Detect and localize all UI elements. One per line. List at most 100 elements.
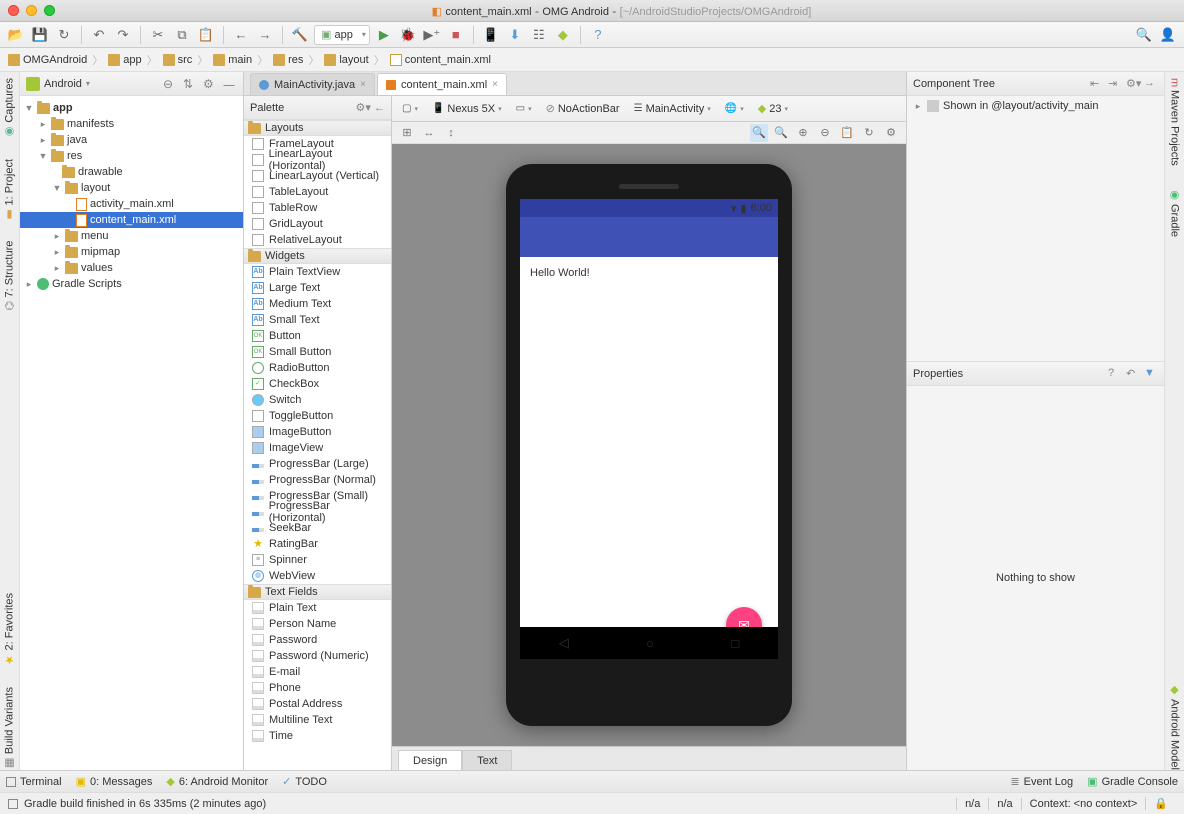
device-dropdown[interactable]: 📱 Nexus 5X▾ — [428, 100, 506, 118]
bc-item[interactable]: OMGAndroid — [8, 54, 87, 66]
zoom-actual-icon[interactable]: 🔍 — [772, 124, 790, 142]
palette-item[interactable]: ProgressBar (Normal) — [244, 472, 391, 488]
user-icon[interactable]: 👤 — [1158, 25, 1178, 45]
tab-mainactivity[interactable]: MainActivity.java× — [250, 73, 375, 95]
filter-icon[interactable]: ▼ — [1144, 367, 1158, 381]
tab-text[interactable]: Text — [462, 750, 512, 770]
gear-icon[interactable]: ⚙ — [203, 77, 217, 91]
palette-item[interactable]: ★RatingBar — [244, 536, 391, 552]
bc-item[interactable]: app — [108, 54, 141, 66]
back-icon[interactable]: ← — [231, 25, 251, 45]
orientation-dropdown[interactable]: ▢▾ — [398, 100, 422, 118]
undo-icon[interactable]: ↶ — [89, 25, 109, 45]
reset-icon[interactable]: ↶ — [1126, 367, 1140, 381]
palette-item[interactable]: AbPlain TextView — [244, 264, 391, 280]
project-tree[interactable]: ▼app ▸manifests ▸java ▼res drawable ▼lay… — [20, 96, 243, 770]
palette-item[interactable]: AbLarge Text — [244, 280, 391, 296]
palette-item[interactable]: OKSmall Button — [244, 344, 391, 360]
minimize-window-button[interactable] — [26, 5, 37, 16]
sdk-icon[interactable]: ⬇ — [505, 25, 525, 45]
close-icon[interactable]: × — [492, 79, 498, 90]
palette-item[interactable]: Password (Numeric) — [244, 648, 391, 664]
zoom-fit-icon[interactable]: 🔍 — [750, 124, 768, 142]
device-screen[interactable]: ▾ ▮ 6:00 Hello World! ✉ ◁ ○ — [520, 199, 778, 659]
palette-item[interactable]: OKButton — [244, 328, 391, 344]
android-icon[interactable]: ◆ — [553, 25, 573, 45]
run-icon[interactable]: ▶ — [374, 25, 394, 45]
messages-button[interactable]: ▣0: Messages — [76, 775, 153, 788]
bc-item[interactable]: main — [213, 54, 252, 66]
tree-values[interactable]: values — [81, 262, 113, 274]
status-icon[interactable] — [8, 799, 18, 809]
zoom-out-icon[interactable]: ⊖ — [816, 124, 834, 142]
tree-menu[interactable]: menu — [81, 230, 109, 242]
cut-icon[interactable]: ✂ — [148, 25, 168, 45]
redo-icon[interactable]: ↷ — [113, 25, 133, 45]
hide-icon[interactable]: ← — [374, 102, 385, 114]
palette-item[interactable]: Plain Text — [244, 600, 391, 616]
palette-cat-layouts[interactable]: Layouts — [244, 120, 391, 136]
palette-item[interactable]: ProgressBar (Horizontal) — [244, 504, 391, 520]
project-view-select[interactable]: Android — [44, 78, 82, 90]
collapse-icon[interactable]: ⊖ — [163, 77, 177, 91]
palette-item[interactable]: TableLayout — [244, 184, 391, 200]
shown-in-row[interactable]: ▸ Shown in @layout/activity_main — [913, 100, 1158, 112]
close-icon[interactable]: × — [360, 79, 366, 90]
tree-java[interactable]: java — [67, 134, 87, 146]
rail-captures[interactable]: ◉Captures — [3, 78, 16, 139]
run-config-dropdown[interactable]: ▣ app — [314, 25, 370, 45]
rail-favorites[interactable]: ★2: Favorites — [3, 593, 16, 666]
bc-item[interactable]: content_main.xml — [390, 54, 491, 66]
status-context[interactable]: Context: <no context> — [1021, 798, 1146, 810]
hello-text[interactable]: Hello World! — [530, 267, 590, 279]
paste-icon[interactable]: 📋 — [196, 25, 216, 45]
gear-icon[interactable]: ⚙ — [882, 124, 900, 142]
build-icon[interactable]: 🔨 — [290, 25, 310, 45]
palette-item[interactable]: TableRow — [244, 200, 391, 216]
palette-item[interactable]: Multiline Text — [244, 712, 391, 728]
attach-icon[interactable]: ▶⁺ — [422, 25, 442, 45]
palette-item[interactable]: E-mail — [244, 664, 391, 680]
palette-item[interactable]: AbSmall Text — [244, 312, 391, 328]
palette-item[interactable]: ✓CheckBox — [244, 376, 391, 392]
palette-item[interactable]: RelativeLayout — [244, 232, 391, 248]
terminal-button[interactable]: Terminal — [6, 776, 62, 788]
expand-icon[interactable]: ⇤ — [1090, 77, 1104, 91]
search-icon[interactable]: 🔍 — [1134, 25, 1154, 45]
palette-item[interactable]: RadioButton — [244, 360, 391, 376]
debug-icon[interactable]: 🐞 — [398, 25, 418, 45]
collapse-icon[interactable]: ⇥ — [1108, 77, 1122, 91]
clipboard-icon[interactable]: 📋 — [838, 124, 856, 142]
copy-icon[interactable]: ⧉ — [172, 25, 192, 45]
palette-cat-widgets[interactable]: Widgets — [244, 248, 391, 264]
status-lock-icon[interactable]: 🔒 — [1145, 797, 1176, 810]
hide-icon[interactable]: → — [1144, 77, 1158, 91]
hide-icon[interactable]: ⼀ — [223, 77, 237, 91]
palette-item[interactable]: ImageView — [244, 440, 391, 456]
orientation-icon[interactable]: ▭▾ — [512, 100, 536, 118]
bc-item[interactable]: src — [163, 54, 193, 66]
palette-item[interactable]: LinearLayout (Horizontal) — [244, 152, 391, 168]
tree-res[interactable]: res — [67, 150, 82, 162]
rail-project[interactable]: ▮1: Project — [3, 159, 16, 221]
palette-item[interactable]: Switch — [244, 392, 391, 408]
content-area[interactable]: Hello World! — [520, 257, 778, 289]
palette-item[interactable]: Person Name — [244, 616, 391, 632]
rail-gradle[interactable]: ◉Gradle — [1168, 188, 1181, 237]
tab-design[interactable]: Design — [398, 750, 462, 770]
locale-dropdown[interactable]: 🌐▾ — [721, 100, 748, 118]
gear-icon[interactable]: ⚙▾ — [356, 102, 371, 114]
palette-item[interactable]: ≡Spinner — [244, 552, 391, 568]
blueprint-icon[interactable]: ⊞ — [398, 124, 416, 142]
expand-h-icon[interactable]: ↔ — [420, 124, 438, 142]
zoom-in-icon[interactable]: ⊕ — [794, 124, 812, 142]
palette-item[interactable]: ProgressBar (Large) — [244, 456, 391, 472]
palette-item[interactable]: Postal Address — [244, 696, 391, 712]
rail-android-model[interactable]: ◆Android Model — [1168, 683, 1181, 770]
tree-activity-main[interactable]: activity_main.xml — [90, 198, 174, 210]
palette-item[interactable]: Password — [244, 632, 391, 648]
zoom-window-button[interactable] — [44, 5, 55, 16]
rail-structure[interactable]: ⌬7: Structure — [3, 241, 16, 310]
tree-app[interactable]: app — [53, 102, 73, 114]
palette-item[interactable]: GridLayout — [244, 216, 391, 232]
